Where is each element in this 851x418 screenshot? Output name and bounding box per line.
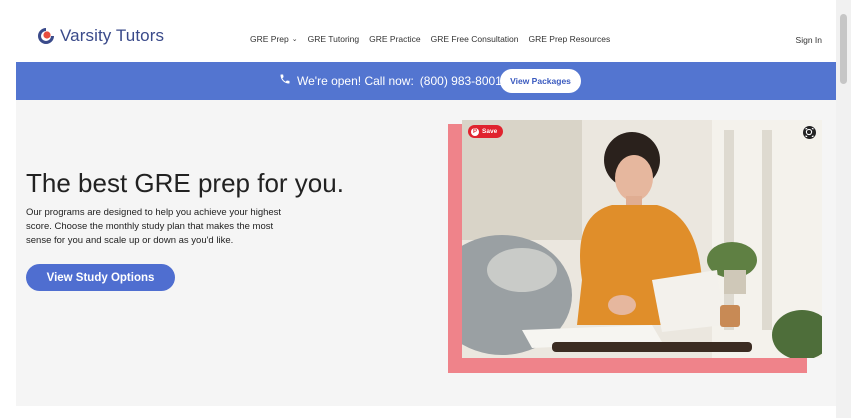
phone-icon <box>279 73 291 88</box>
page-scrollbar[interactable] <box>836 0 851 418</box>
nav-item-gre-prep[interactable]: GRE Prep ⌄ <box>250 34 298 44</box>
hero-section: The best GRE prep for you. Our programs … <box>16 100 836 406</box>
nav-item-gre-tutoring[interactable]: GRE Tutoring <box>308 34 360 44</box>
main-nav: GRE Prep ⌄ GRE Tutoring GRE Practice GRE… <box>250 34 610 44</box>
student-studying-illustration <box>462 120 822 358</box>
visual-search-icon[interactable] <box>803 126 816 139</box>
phone-number[interactable]: (800) 983-8001 <box>420 74 502 88</box>
view-packages-button[interactable]: View Packages <box>500 69 581 93</box>
view-study-options-button[interactable]: View Study Options <box>26 264 175 291</box>
hero-photo: P Save <box>462 120 822 358</box>
chevron-down-icon: ⌄ <box>291 35 298 43</box>
pinterest-icon: P <box>471 127 479 136</box>
call-text: We're open! Call now: <box>297 73 414 88</box>
nav-item-gre-free-consultation[interactable]: GRE Free Consultation <box>431 34 519 44</box>
nav-item-gre-practice[interactable]: GRE Practice <box>369 34 421 44</box>
varsity-tutors-logo[interactable]: Varsity Tutors <box>36 26 164 46</box>
save-label: Save <box>482 128 498 135</box>
nav-item-gre-prep-resources[interactable]: GRE Prep Resources <box>529 34 611 44</box>
sign-in-link[interactable]: Sign In <box>796 35 822 45</box>
hero-title: The best GRE prep for you. <box>26 168 344 198</box>
call-now[interactable]: We're open! Call now: (800) 983-8001 <box>279 73 502 88</box>
nav-item-label: GRE Prep <box>250 34 289 44</box>
logo-mark-icon <box>36 26 56 46</box>
call-banner: We're open! Call now: (800) 983-8001 Vie… <box>16 62 836 100</box>
nav-item-label: GRE Free Consultation <box>430 34 519 44</box>
scrollbar-thumb[interactable] <box>840 14 847 84</box>
nav-item-label: GRE Tutoring <box>307 34 360 44</box>
nav-item-label: GRE Practice <box>369 34 421 44</box>
logo-text: Varsity Tutors <box>60 26 165 45</box>
site-header: Varsity Tutors GRE Prep ⌄ GRE Tutoring G… <box>0 0 836 62</box>
hero-description: Our programs are designed to help you ac… <box>26 207 282 246</box>
pinterest-save-button[interactable]: P Save <box>468 125 504 138</box>
nav-item-label: GRE Prep Resources <box>528 34 611 44</box>
